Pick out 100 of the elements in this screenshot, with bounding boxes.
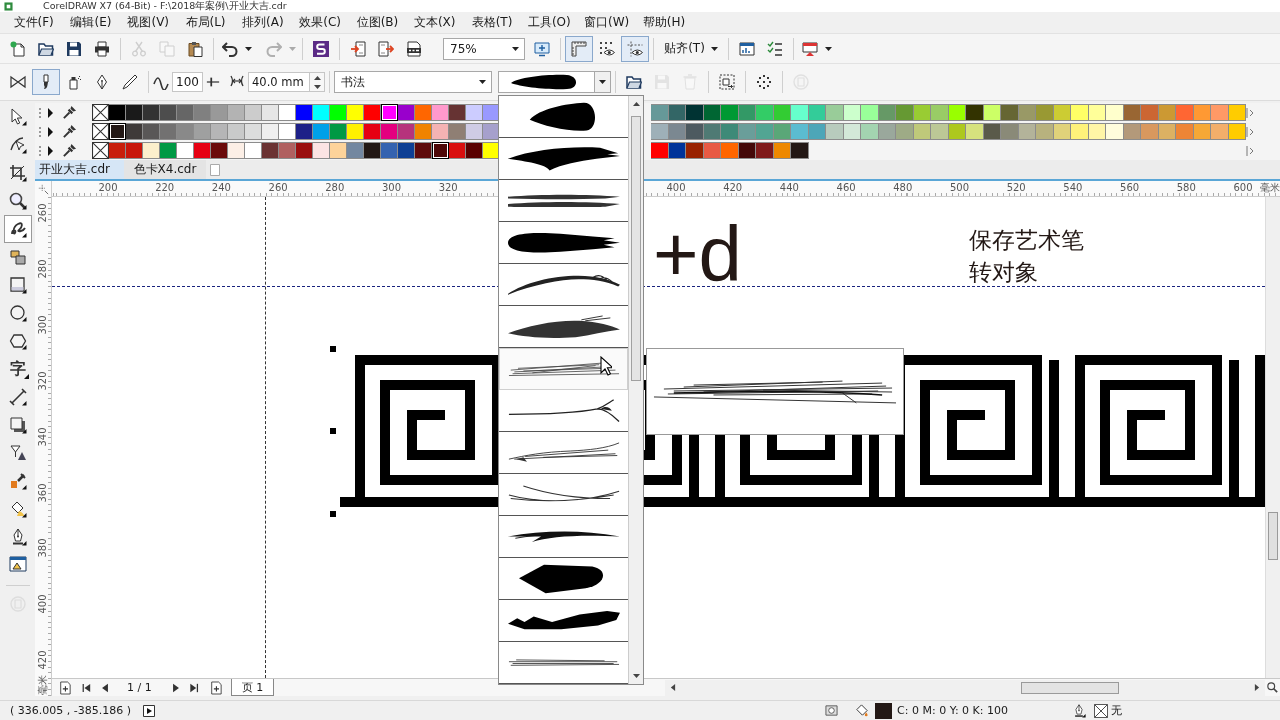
swatch-icon[interactable] bbox=[415, 104, 432, 121]
swatch-icon[interactable] bbox=[109, 142, 126, 159]
swatch-icon[interactable] bbox=[177, 104, 194, 121]
page-tab[interactable]: 页 1 bbox=[230, 679, 275, 696]
swatch-icon[interactable] bbox=[791, 123, 809, 140]
swatch-icon[interactable] bbox=[330, 104, 347, 121]
swatch-icon[interactable] bbox=[126, 123, 143, 140]
menu-item[interactable]: 窗口(W) bbox=[577, 12, 636, 33]
swatch-icon[interactable] bbox=[160, 123, 177, 140]
list-scrollbar[interactable] bbox=[628, 96, 643, 684]
swatch-icon[interactable] bbox=[1106, 104, 1124, 121]
swatch-icon[interactable] bbox=[686, 142, 704, 159]
swatch-icon[interactable] bbox=[347, 123, 364, 140]
swatch-icon[interactable] bbox=[686, 104, 704, 121]
swatch-icon[interactable] bbox=[651, 123, 669, 140]
swatch-icon[interactable] bbox=[896, 123, 914, 140]
swatch-icon[interactable] bbox=[398, 142, 415, 159]
swatch-icon[interactable] bbox=[279, 104, 296, 121]
swatch-icon[interactable] bbox=[262, 142, 279, 159]
spin-button[interactable] bbox=[310, 72, 325, 92]
swatch-icon[interactable] bbox=[931, 123, 949, 140]
swatch-icon[interactable] bbox=[211, 104, 228, 121]
swatch-icon[interactable] bbox=[296, 104, 313, 121]
menu-item[interactable]: 工具(O) bbox=[520, 12, 578, 33]
swatch-icon[interactable] bbox=[262, 123, 279, 140]
swatch-icon[interactable] bbox=[347, 142, 364, 159]
swatch-icon[interactable] bbox=[279, 123, 296, 140]
swatch-icon[interactable] bbox=[1176, 104, 1194, 121]
swatch-icon[interactable] bbox=[330, 142, 347, 159]
swatch-icon[interactable] bbox=[1071, 104, 1089, 121]
swatch-icon[interactable] bbox=[143, 104, 160, 121]
swatch-icon[interactable] bbox=[109, 104, 126, 121]
swatch-icon[interactable] bbox=[211, 142, 228, 159]
swatch-icon[interactable] bbox=[756, 142, 774, 159]
category-combo[interactable]: 书法 bbox=[334, 71, 492, 93]
selection-handle[interactable] bbox=[330, 511, 336, 517]
swatch-icon[interactable] bbox=[296, 123, 313, 140]
text-tool-button[interactable]: 字 bbox=[4, 355, 32, 383]
swatch-icon[interactable] bbox=[296, 142, 313, 159]
swatch-icon[interactable] bbox=[347, 104, 364, 121]
swatch-icon[interactable] bbox=[194, 142, 211, 159]
swatch-icon[interactable] bbox=[364, 123, 381, 140]
swatch-icon[interactable] bbox=[279, 142, 296, 159]
swatch-icon[interactable] bbox=[330, 123, 347, 140]
swatch-icon[interactable] bbox=[398, 123, 415, 140]
guides-toggle[interactable] bbox=[621, 35, 649, 62]
document-tab[interactable]: 开业大吉.cdr bbox=[35, 160, 124, 179]
swatch-icon[interactable] bbox=[686, 123, 704, 140]
menu-item[interactable]: 效果(C) bbox=[291, 12, 349, 33]
swatch-icon[interactable] bbox=[432, 104, 449, 121]
selection-handle[interactable] bbox=[330, 428, 336, 434]
swatch-icon[interactable] bbox=[966, 123, 984, 140]
scrollbar-thumb[interactable] bbox=[631, 116, 641, 381]
swatch-icon[interactable] bbox=[1211, 104, 1229, 121]
menu-item[interactable]: 文本(X) bbox=[406, 12, 464, 33]
swatch-icon[interactable] bbox=[651, 104, 669, 121]
swatch-icon[interactable] bbox=[1001, 123, 1019, 140]
swatch-icon[interactable] bbox=[449, 104, 466, 121]
smoothing-field[interactable]: 100 bbox=[172, 72, 203, 92]
swatch-icon[interactable] bbox=[449, 123, 466, 140]
swatch-icon[interactable] bbox=[432, 123, 449, 140]
swatch-icon[interactable] bbox=[177, 123, 194, 140]
rulers-toggle[interactable] bbox=[565, 35, 593, 62]
swatch-icon[interactable] bbox=[228, 123, 245, 140]
swatch-icon[interactable] bbox=[826, 123, 844, 140]
swatch-icon[interactable] bbox=[313, 142, 330, 159]
vertical-scrollbar[interactable] bbox=[1265, 197, 1280, 678]
swatch-icon[interactable] bbox=[896, 104, 914, 121]
menu-item[interactable]: 视图(V) bbox=[119, 12, 177, 33]
swatch-icon[interactable] bbox=[931, 104, 949, 121]
squiggle-tool-button[interactable] bbox=[4, 215, 32, 243]
swatch-icon[interactable] bbox=[466, 142, 483, 159]
swatch-icon[interactable] bbox=[1176, 123, 1194, 140]
menu-item[interactable]: 位图(B) bbox=[348, 12, 407, 33]
snap-menu-button[interactable]: 贴齐(T) bbox=[658, 35, 724, 62]
menu-item[interactable]: 排列(A) bbox=[234, 12, 292, 33]
swatch-icon[interactable] bbox=[143, 142, 160, 159]
swatch-icon[interactable] bbox=[861, 104, 879, 121]
swatch-icon[interactable] bbox=[1036, 123, 1054, 140]
brush-button[interactable] bbox=[32, 69, 60, 95]
swatch-icon[interactable] bbox=[791, 142, 809, 159]
swatch-icon[interactable] bbox=[194, 123, 211, 140]
swatch-icon[interactable] bbox=[381, 123, 398, 140]
swatch-icon[interactable] bbox=[143, 123, 160, 140]
swatch-icon[interactable] bbox=[245, 142, 262, 159]
horizontal-scrollbar[interactable] bbox=[665, 679, 1265, 696]
menu-item[interactable]: 编辑(E) bbox=[62, 12, 120, 33]
width-field[interactable]: 40.0 mm bbox=[248, 72, 310, 92]
swatch-icon[interactable] bbox=[160, 104, 177, 121]
menu-item[interactable]: 布局(L) bbox=[176, 12, 235, 33]
swatch-icon[interactable] bbox=[228, 142, 245, 159]
swatch-icon[interactable] bbox=[415, 123, 432, 140]
swatch-icon[interactable] bbox=[398, 104, 415, 121]
swatch-icon[interactable] bbox=[1211, 123, 1229, 140]
swatch-icon[interactable] bbox=[721, 142, 739, 159]
swatch-icon[interactable] bbox=[381, 142, 398, 159]
zoom-combo[interactable]: 75% bbox=[443, 37, 525, 60]
swatch-icon[interactable] bbox=[466, 104, 483, 121]
swatch-icon[interactable] bbox=[466, 123, 483, 140]
menu-item[interactable]: 表格(T) bbox=[463, 12, 521, 33]
